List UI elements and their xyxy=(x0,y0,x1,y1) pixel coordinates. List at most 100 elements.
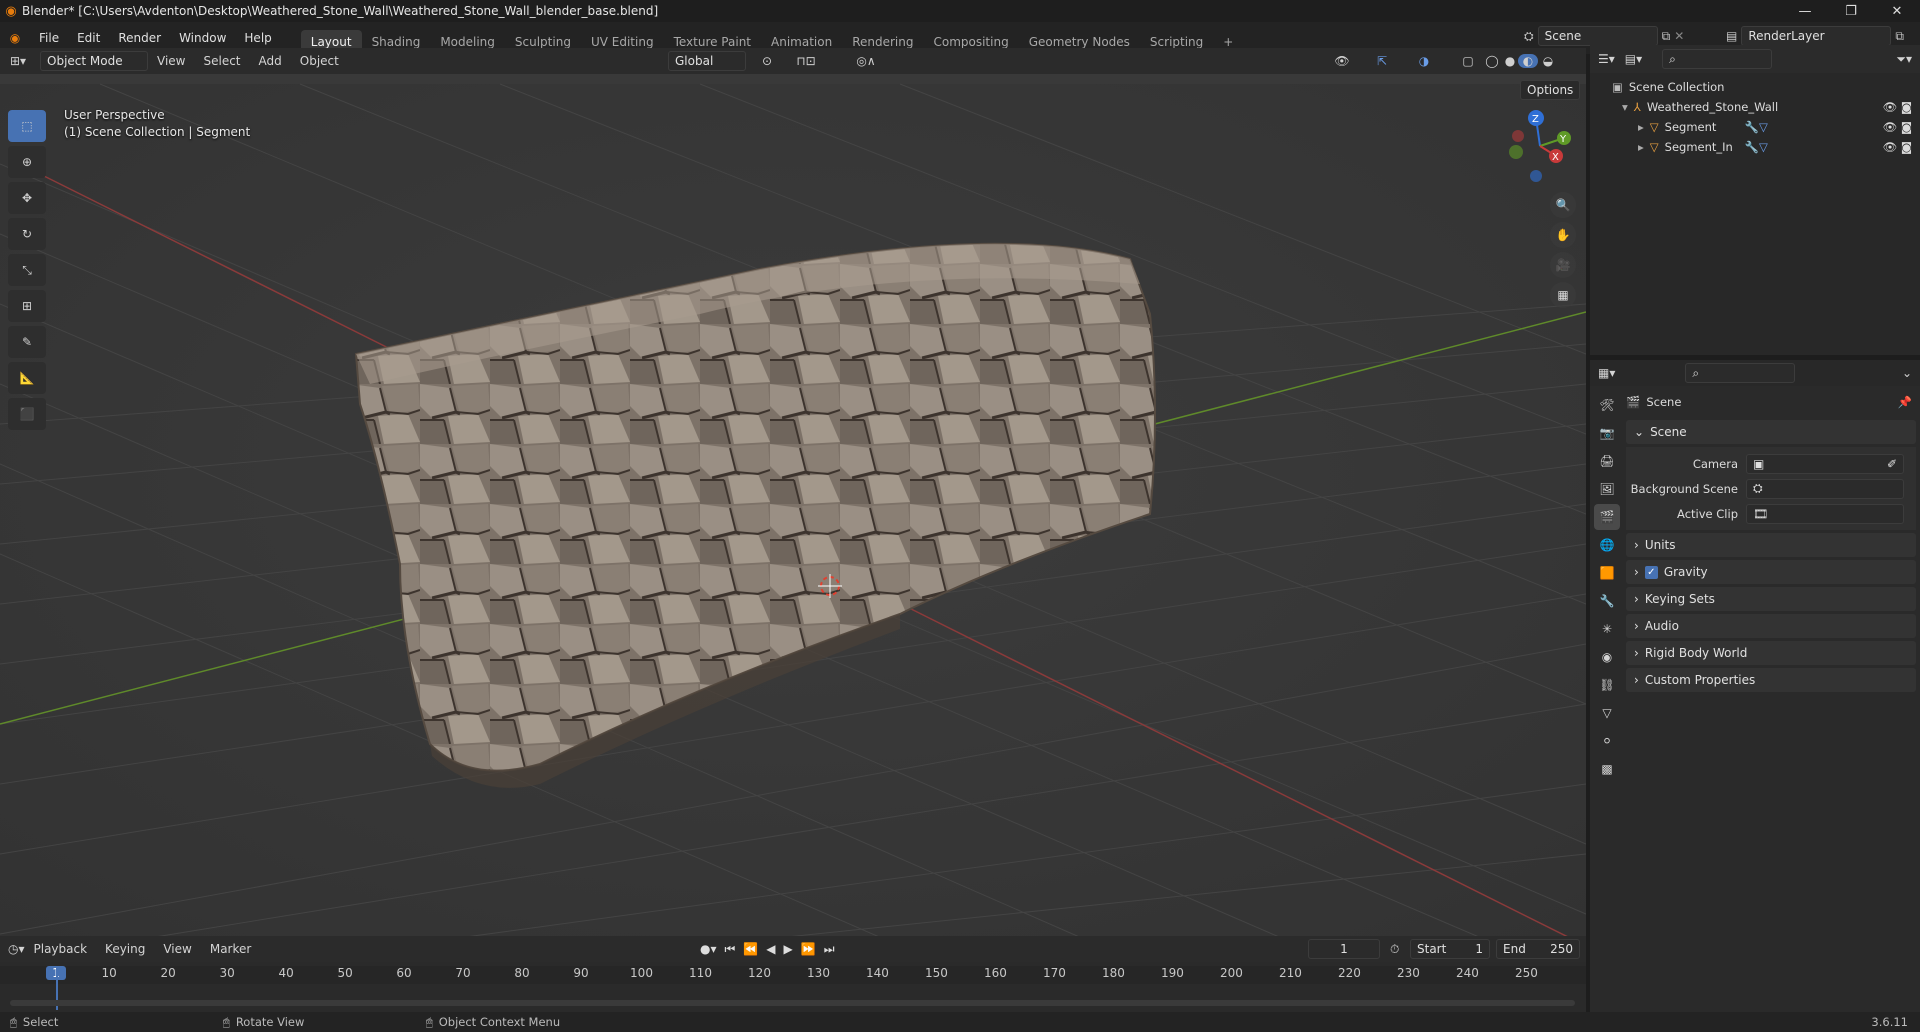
scene-panel-header[interactable]: ⌄ Scene xyxy=(1626,420,1916,444)
view-layer-tab-icon[interactable]: 🖼 xyxy=(1594,476,1620,502)
snap-icon[interactable]: ⊓⊡ xyxy=(786,54,826,68)
audio-panel-header[interactable]: › Audio xyxy=(1626,614,1916,638)
move-tool[interactable]: ✥ xyxy=(8,182,46,214)
timeline-editor-icon[interactable]: ◷▾ xyxy=(8,942,25,956)
mode-dropdown[interactable]: Object Mode xyxy=(40,51,148,71)
timeline-menu-marker[interactable]: Marker xyxy=(201,942,260,956)
expand-arrow-icon[interactable]: ▾ xyxy=(1622,100,1628,114)
object-tab-icon[interactable]: 🟧 xyxy=(1594,560,1620,586)
scene-field[interactable]: Scene xyxy=(1537,26,1658,46)
texture-tab-icon[interactable]: ▩ xyxy=(1594,756,1620,782)
modifier-tab-icon[interactable]: 🔧 xyxy=(1594,588,1620,614)
gravity-panel-header[interactable]: › ✓ Gravity xyxy=(1626,560,1916,584)
visibility-eye-icon[interactable]: 👁 ◙ xyxy=(1883,120,1912,134)
measure-tool[interactable]: 📐 xyxy=(8,362,46,394)
outliner-search-icon[interactable]: ⌕ xyxy=(1662,49,1773,69)
timeline-menu-view[interactable]: View xyxy=(154,942,200,956)
3d-viewport[interactable]: User Perspective (1) Scene Collection | … xyxy=(0,74,1586,936)
close-button[interactable]: ✕ xyxy=(1874,0,1920,22)
viewport-menu-add[interactable]: Add xyxy=(250,54,291,68)
next-keyframe-icon[interactable]: ⏩ xyxy=(801,942,816,957)
outliner-object-row[interactable]: ▸ ▽ Segment 🔧▽ 👁 ◙ xyxy=(1612,117,1920,137)
visibility-eye-icon[interactable]: 👁 ◙ xyxy=(1883,100,1912,114)
jump-end-icon[interactable]: ⏭ xyxy=(824,942,835,957)
filter-icon[interactable]: ⏷▾ xyxy=(1896,52,1912,67)
properties-editor-icon[interactable]: ▦▾ xyxy=(1598,366,1615,380)
physics-tab-icon[interactable]: ◉ xyxy=(1594,644,1620,670)
pan-hand-icon[interactable]: ✋ xyxy=(1550,222,1576,248)
properties-search-icon[interactable]: ⌕ xyxy=(1685,363,1796,383)
current-frame-field[interactable]: 1 xyxy=(1308,939,1380,959)
play-reverse-icon[interactable]: ◀ xyxy=(766,942,775,957)
play-icon[interactable]: ▶ xyxy=(784,942,793,957)
viewport-menu-view[interactable]: View xyxy=(148,54,194,68)
units-panel-header[interactable]: › Units xyxy=(1626,533,1916,557)
select-box-tool[interactable]: ⬚ xyxy=(8,110,46,142)
start-frame-field[interactable]: Start 1 xyxy=(1410,939,1490,959)
data-tab-icon[interactable]: ▽ xyxy=(1594,700,1620,726)
xray-icon[interactable]: ▢ xyxy=(1458,54,1478,68)
constraints-tab-icon[interactable]: ⛓ xyxy=(1594,672,1620,698)
record-icon[interactable]: ●▾ xyxy=(700,942,717,957)
pivot-icon[interactable]: ⊙ xyxy=(754,54,780,68)
properties-options-icon[interactable]: ⌄ xyxy=(1902,366,1912,380)
add-cube-tool[interactable]: ⬛ xyxy=(8,398,46,430)
outliner-scene-collection[interactable]: ▣ Scene Collection xyxy=(1612,77,1920,97)
gizmo-toggle-icon[interactable]: ⇱ xyxy=(1368,54,1396,68)
delete-scene-icon[interactable]: ✕ xyxy=(1674,29,1684,43)
annotate-tool[interactable]: ✎ xyxy=(8,326,46,358)
timeline-menu-playback[interactable]: Playback xyxy=(25,942,97,956)
end-frame-field[interactable]: End 250 xyxy=(1496,939,1580,959)
eyedropper-icon[interactable]: ✐ xyxy=(1887,457,1897,471)
outliner-object-row[interactable]: ▸ ▽ Segment_In 🔧▽ 👁 ◙ xyxy=(1612,137,1920,157)
perspective-grid-icon[interactable]: ▦ xyxy=(1550,282,1576,308)
expand-arrow-icon[interactable]: ▸ xyxy=(1638,120,1644,134)
material-shading-icon[interactable]: ◐ xyxy=(1518,54,1538,68)
display-mode-icon[interactable]: ▤▾ xyxy=(1625,52,1642,66)
outliner-collection-row[interactable]: ▾ ⅄ Weathered_Stone_Wall 👁 ◙ xyxy=(1612,97,1920,117)
cursor-tool[interactable]: ⊕ xyxy=(8,146,46,178)
gravity-checkbox[interactable]: ✓ xyxy=(1644,565,1658,579)
rigid-body-world-panel-header[interactable]: › Rigid Body World xyxy=(1626,641,1916,665)
camera-field[interactable]: ▣ ✐ xyxy=(1746,453,1904,474)
material-tab-icon[interactable]: ⚪ xyxy=(1594,728,1620,754)
custom-properties-panel-header[interactable]: › Custom Properties xyxy=(1626,668,1916,692)
keying-sets-panel-header[interactable]: › Keying Sets xyxy=(1626,587,1916,611)
expand-arrow-icon[interactable]: ▸ xyxy=(1638,140,1644,154)
pin-icon[interactable]: 📌 xyxy=(1898,395,1912,409)
active-clip-field[interactable]: 🎞 xyxy=(1746,503,1904,524)
outliner-editor-icon[interactable]: ☰▾ xyxy=(1598,52,1615,66)
timeline-ruler[interactable]: 1102030405060708090100110120130140150160… xyxy=(0,966,1586,984)
scene-tab-icon[interactable]: 🎬 xyxy=(1594,504,1620,530)
rotate-tool[interactable]: ↻ xyxy=(8,218,46,250)
minimize-button[interactable]: — xyxy=(1782,0,1828,22)
renderlayer-field[interactable]: RenderLayer xyxy=(1741,26,1892,46)
viewport-menu-object[interactable]: Object xyxy=(291,54,348,68)
world-tab-icon[interactable]: 🌐 xyxy=(1594,532,1620,558)
maximize-button[interactable]: ❐ xyxy=(1828,0,1874,22)
proportional-edit-icon[interactable]: ◎∧ xyxy=(846,54,886,68)
modifier-icon[interactable]: 🔧▽ xyxy=(1745,140,1768,154)
options-dropdown[interactable]: Options xyxy=(1520,80,1580,100)
scale-tool[interactable]: ⤡ xyxy=(8,254,46,286)
solid-shading-icon[interactable]: ● xyxy=(1500,54,1520,68)
render-tab-icon[interactable]: 📷 xyxy=(1594,420,1620,446)
particles-tab-icon[interactable]: ✳ xyxy=(1594,616,1620,642)
zoom-icon[interactable]: 🔍 xyxy=(1550,192,1576,218)
transform-tool[interactable]: ⊞ xyxy=(8,290,46,322)
new-renderlayer-icon[interactable]: ⧉ xyxy=(1895,29,1904,44)
background-scene-field[interactable]: ⛭ xyxy=(1746,478,1904,499)
jump-start-icon[interactable]: ⏮ xyxy=(725,942,736,957)
transform-orientation-dropdown[interactable]: Global xyxy=(668,51,746,71)
wireframe-shading-icon[interactable]: ◯ xyxy=(1482,54,1502,68)
editor-type-icon[interactable]: ⊞▾ xyxy=(0,54,36,68)
overlay-toggle-icon[interactable]: ◑ xyxy=(1410,54,1438,68)
camera-view-icon[interactable]: 🎥 xyxy=(1550,252,1576,278)
prev-keyframe-icon[interactable]: ⏪ xyxy=(743,942,758,957)
blender-menu-icon[interactable]: ◉ xyxy=(0,31,30,45)
navigation-gizmo[interactable]: Z Y X xyxy=(1500,104,1580,184)
visibility-icon[interactable]: 👁 xyxy=(1328,54,1356,68)
new-scene-icon[interactable]: ⧉ xyxy=(1662,29,1671,44)
preview-range-icon[interactable]: ⏱ xyxy=(1390,942,1399,957)
rendered-shading-icon[interactable]: ◒ xyxy=(1538,54,1558,68)
